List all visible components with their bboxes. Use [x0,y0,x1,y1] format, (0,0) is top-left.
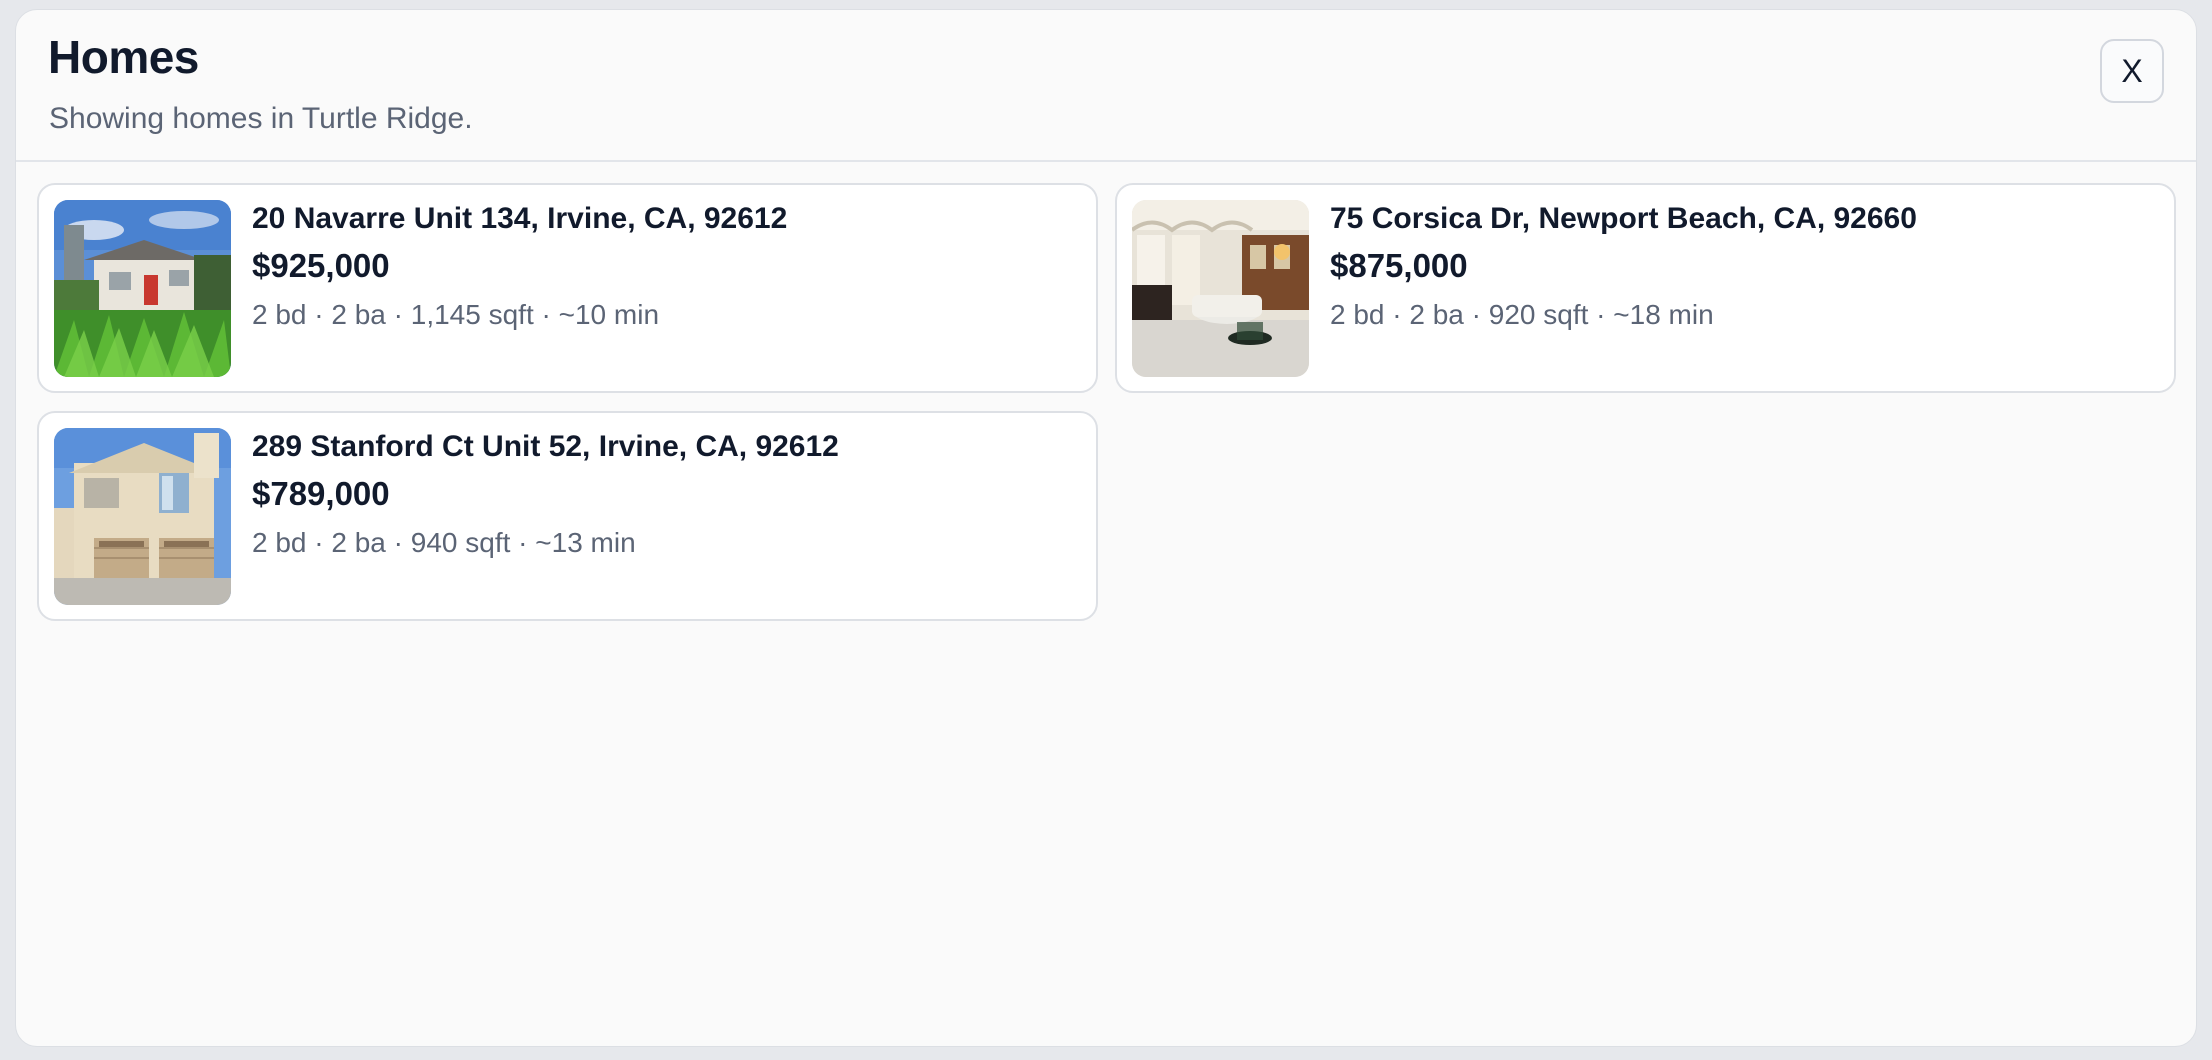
listing-price: $789,000 [252,475,390,512]
listing-details: 2 bd · 2 ba · 920 sqft · ~18 min [1330,299,1714,330]
listing-address: 75 Corsica Dr, Newport Beach, CA, 92660 [1330,202,1917,235]
page-title: Homes [48,31,199,83]
listing-address: 289 Stanford Ct Unit 52, Irvine, CA, 926… [252,430,839,463]
panel-header: Homes Showing homes in Turtle Ridge. X [16,10,2196,162]
listing-details: 2 bd · 2 ba · 940 sqft · ~13 min [252,527,636,558]
close-button[interactable]: X [2100,39,2164,103]
listing-grid: 20 Navarre Unit 134, Irvine, CA, 92612 $… [37,183,2177,621]
listing-card[interactable]: 20 Navarre Unit 134, Irvine, CA, 92612 $… [37,183,1098,393]
listing-price: $875,000 [1330,247,1468,284]
townhouse-photo-icon [54,428,231,605]
living-room-photo-icon [1132,200,1309,377]
listing-card[interactable]: 289 Stanford Ct Unit 52, Irvine, CA, 926… [37,411,1098,621]
house-exterior-photo-icon [54,200,231,377]
listing-details: 2 bd · 2 ba · 1,145 sqft · ~10 min [252,299,660,330]
listing-address: 20 Navarre Unit 134, Irvine, CA, 92612 [252,202,788,235]
listing-card[interactable]: 75 Corsica Dr, Newport Beach, CA, 92660 … [1115,183,2176,393]
page-subtitle: Showing homes in Turtle Ridge. [49,102,473,135]
homes-panel: Homes Showing homes in Turtle Ridge. X 2… [15,9,2197,1047]
listing-price: $925,000 [252,247,390,284]
